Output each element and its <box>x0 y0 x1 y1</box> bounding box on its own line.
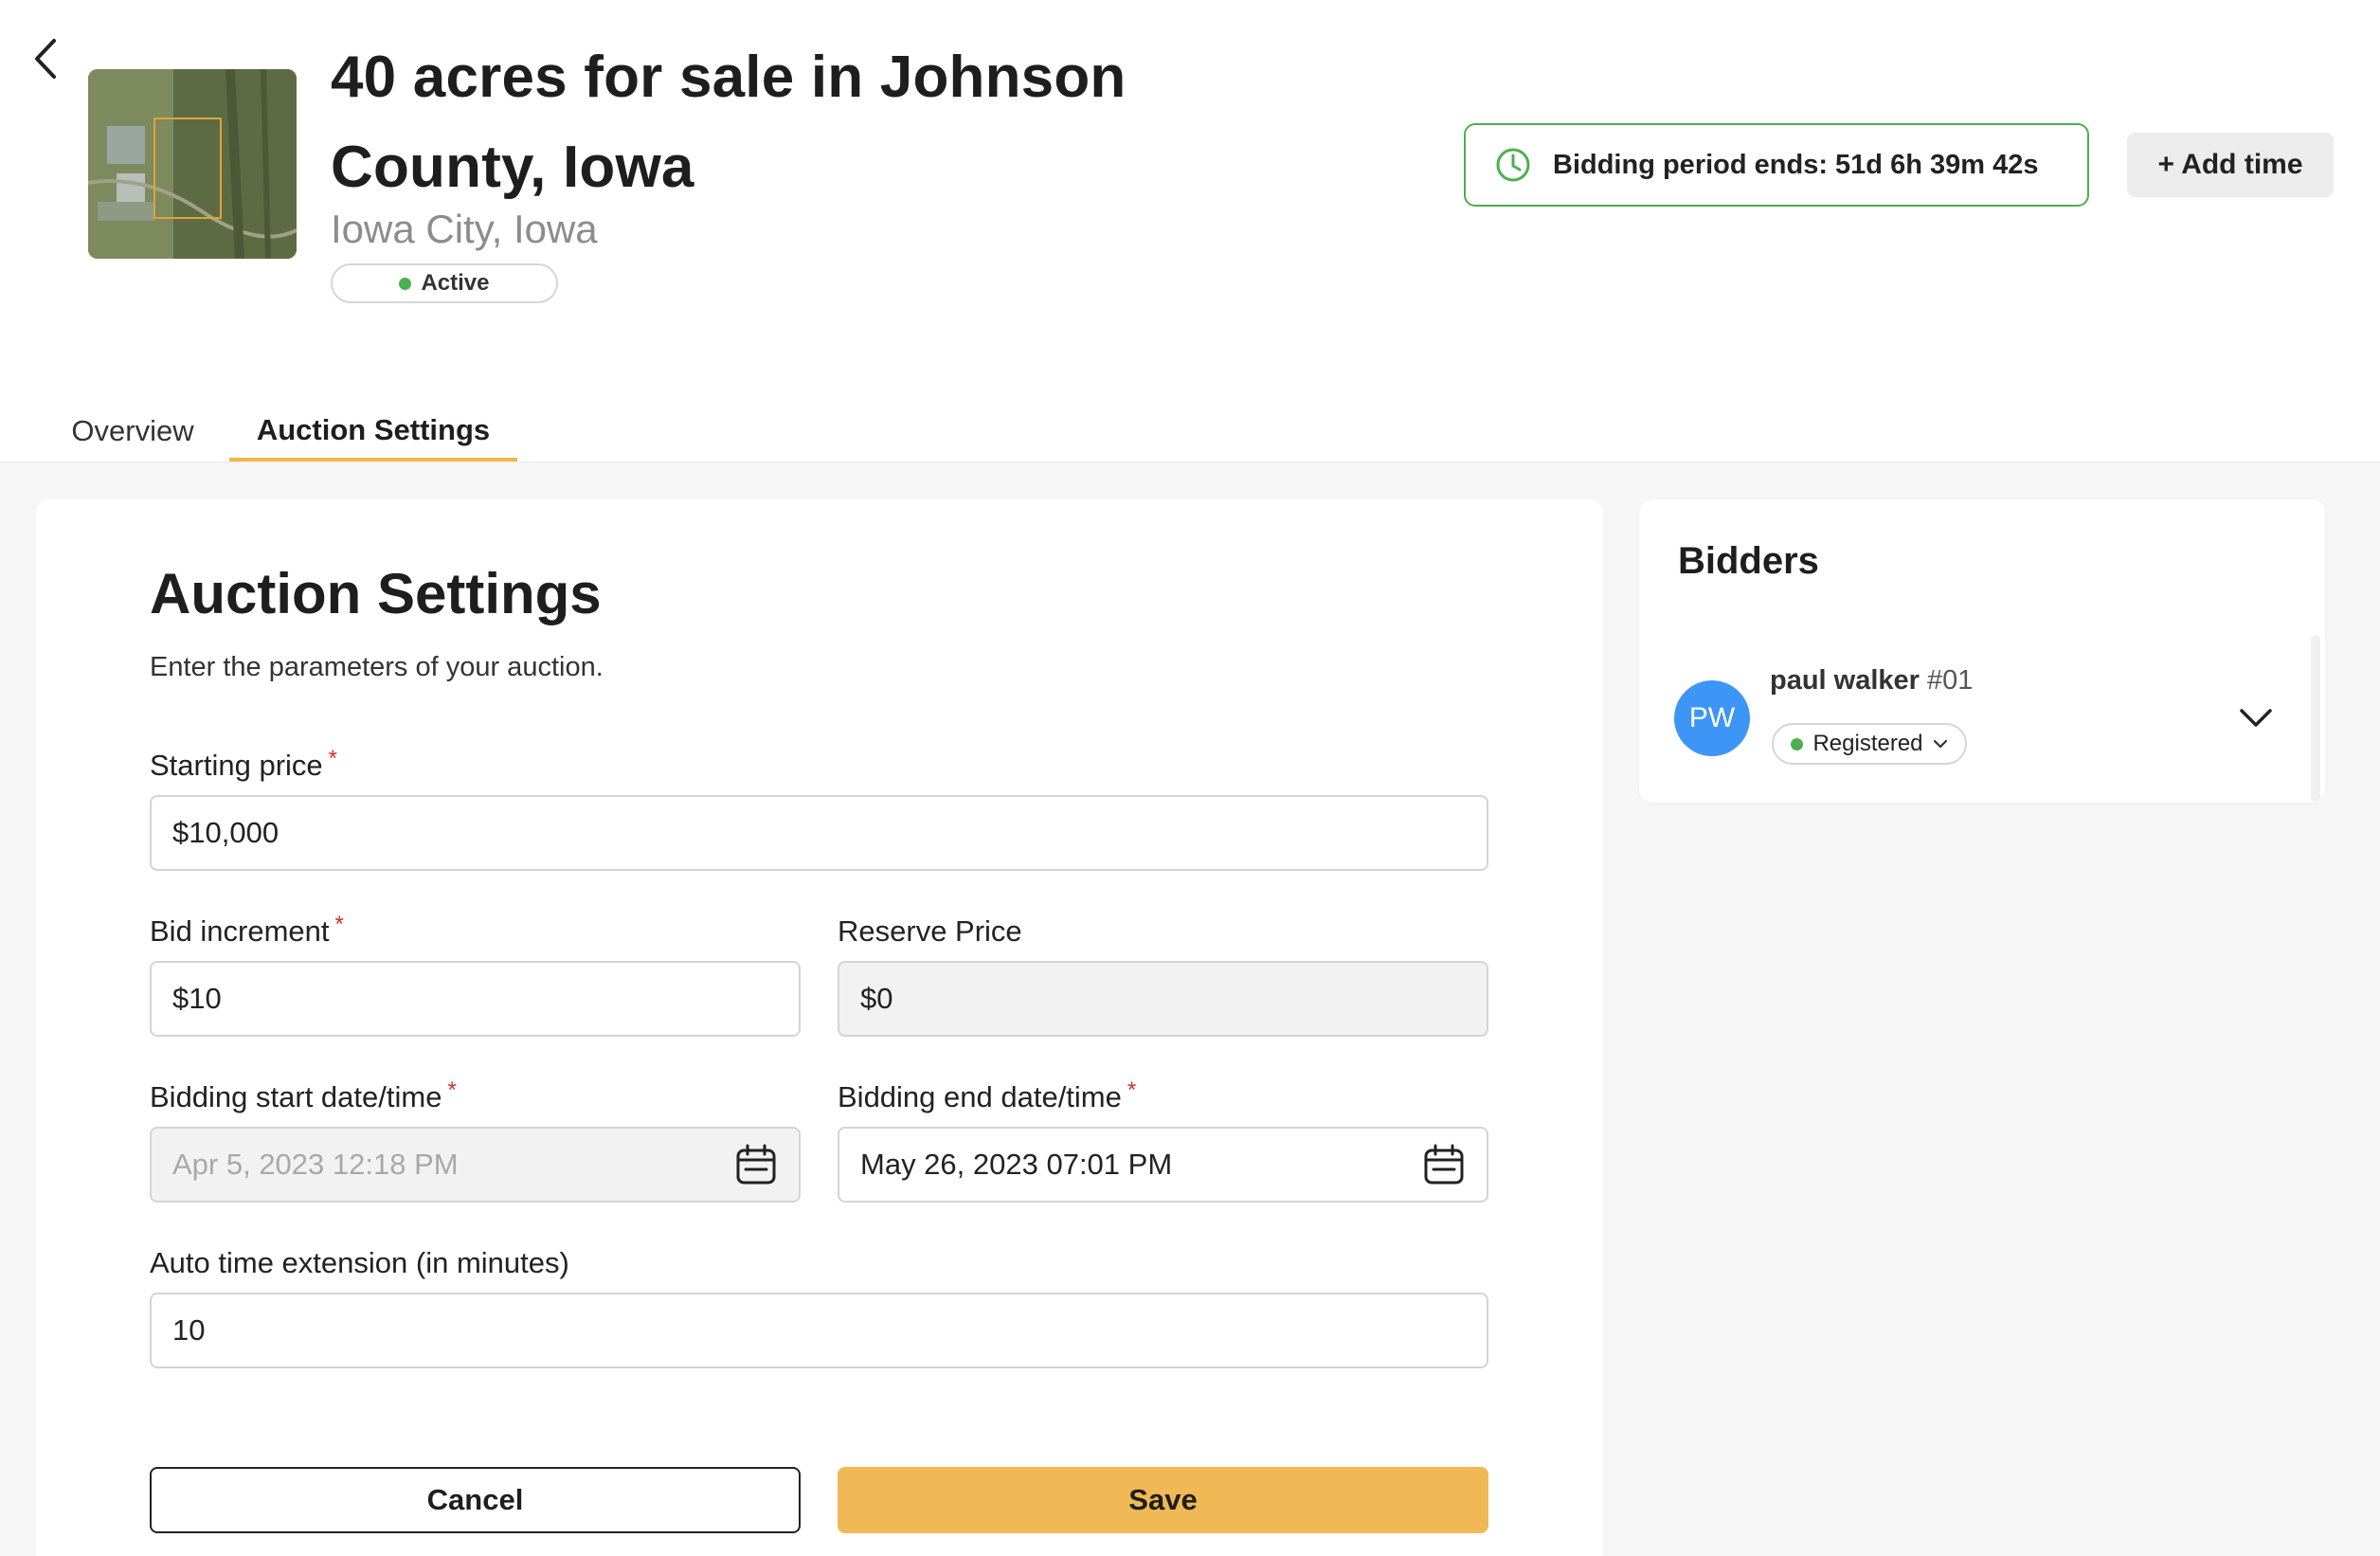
back-button[interactable] <box>23 30 68 87</box>
bid-increment-label: Bid increment * <box>150 912 344 948</box>
clock-icon <box>1496 148 1530 182</box>
bidder-status-dropdown[interactable]: Registered <box>1772 723 1967 765</box>
reserve-price-input[interactable]: $0 <box>838 961 1488 1037</box>
bidder-name: paul walker #01 <box>1770 665 1974 696</box>
status-badge: Active <box>331 263 558 303</box>
start-datetime-label: Bidding start date/time * <box>150 1077 457 1113</box>
reserve-price-label: Reserve Price <box>838 914 1022 948</box>
starting-price-label: Starting price * <box>150 746 337 782</box>
bidders-heading: Bidders <box>1678 540 1819 582</box>
required-mark: * <box>334 912 344 937</box>
status-dot-icon <box>1791 737 1804 751</box>
cancel-button[interactable]: Cancel <box>150 1467 801 1533</box>
tab-auction-settings[interactable]: Auction Settings <box>229 403 517 461</box>
starting-price-input[interactable]: $10,000 <box>150 795 1488 871</box>
bidding-timer: Bidding period ends: 51d 6h 39m 42s <box>1464 123 2089 207</box>
required-mark: * <box>1127 1077 1137 1103</box>
end-datetime-input[interactable]: May 26, 2023 07:01 PM <box>838 1127 1488 1203</box>
end-datetime-label: Bidding end date/time * <box>838 1077 1137 1113</box>
add-time-button[interactable]: + Add time <box>2127 133 2334 197</box>
chevron-down-icon <box>1933 739 1947 749</box>
property-location: Iowa City, Iowa <box>331 207 598 251</box>
tab-overview[interactable]: Overview <box>57 403 208 460</box>
back-arrow-icon <box>35 39 56 79</box>
status-label: Active <box>421 270 490 296</box>
avatar: PW <box>1674 680 1750 756</box>
property-thumbnail <box>88 69 297 259</box>
status-dot-icon <box>399 277 412 290</box>
bidders-scrollbar[interactable] <box>2311 635 2320 802</box>
section-description: Enter the parameters of your auction. <box>150 652 604 682</box>
page-title: 40 acres for sale in Johnson County, Iow… <box>331 45 1127 200</box>
expand-bidder-button[interactable] <box>2232 695 2280 742</box>
required-mark: * <box>328 746 337 771</box>
auto-extension-label: Auto time extension (in minutes) <box>150 1246 569 1279</box>
section-heading: Auction Settings <box>150 562 602 625</box>
calendar-icon[interactable] <box>734 1143 778 1186</box>
auto-extension-input[interactable]: 10 <box>150 1293 1488 1368</box>
start-datetime-input[interactable]: Apr 5, 2023 12:18 PM <box>150 1127 801 1203</box>
bid-increment-input[interactable]: $10 <box>150 961 801 1037</box>
save-button[interactable]: Save <box>838 1467 1488 1533</box>
bidder-status-label: Registered <box>1812 731 1923 756</box>
chevron-down-icon <box>2240 709 2272 727</box>
calendar-icon[interactable] <box>1422 1143 1466 1186</box>
required-mark: * <box>447 1077 457 1103</box>
bidder-number: #01 <box>1926 665 1974 696</box>
timer-text: Bidding period ends: 51d 6h 39m 42s <box>1553 149 2039 180</box>
